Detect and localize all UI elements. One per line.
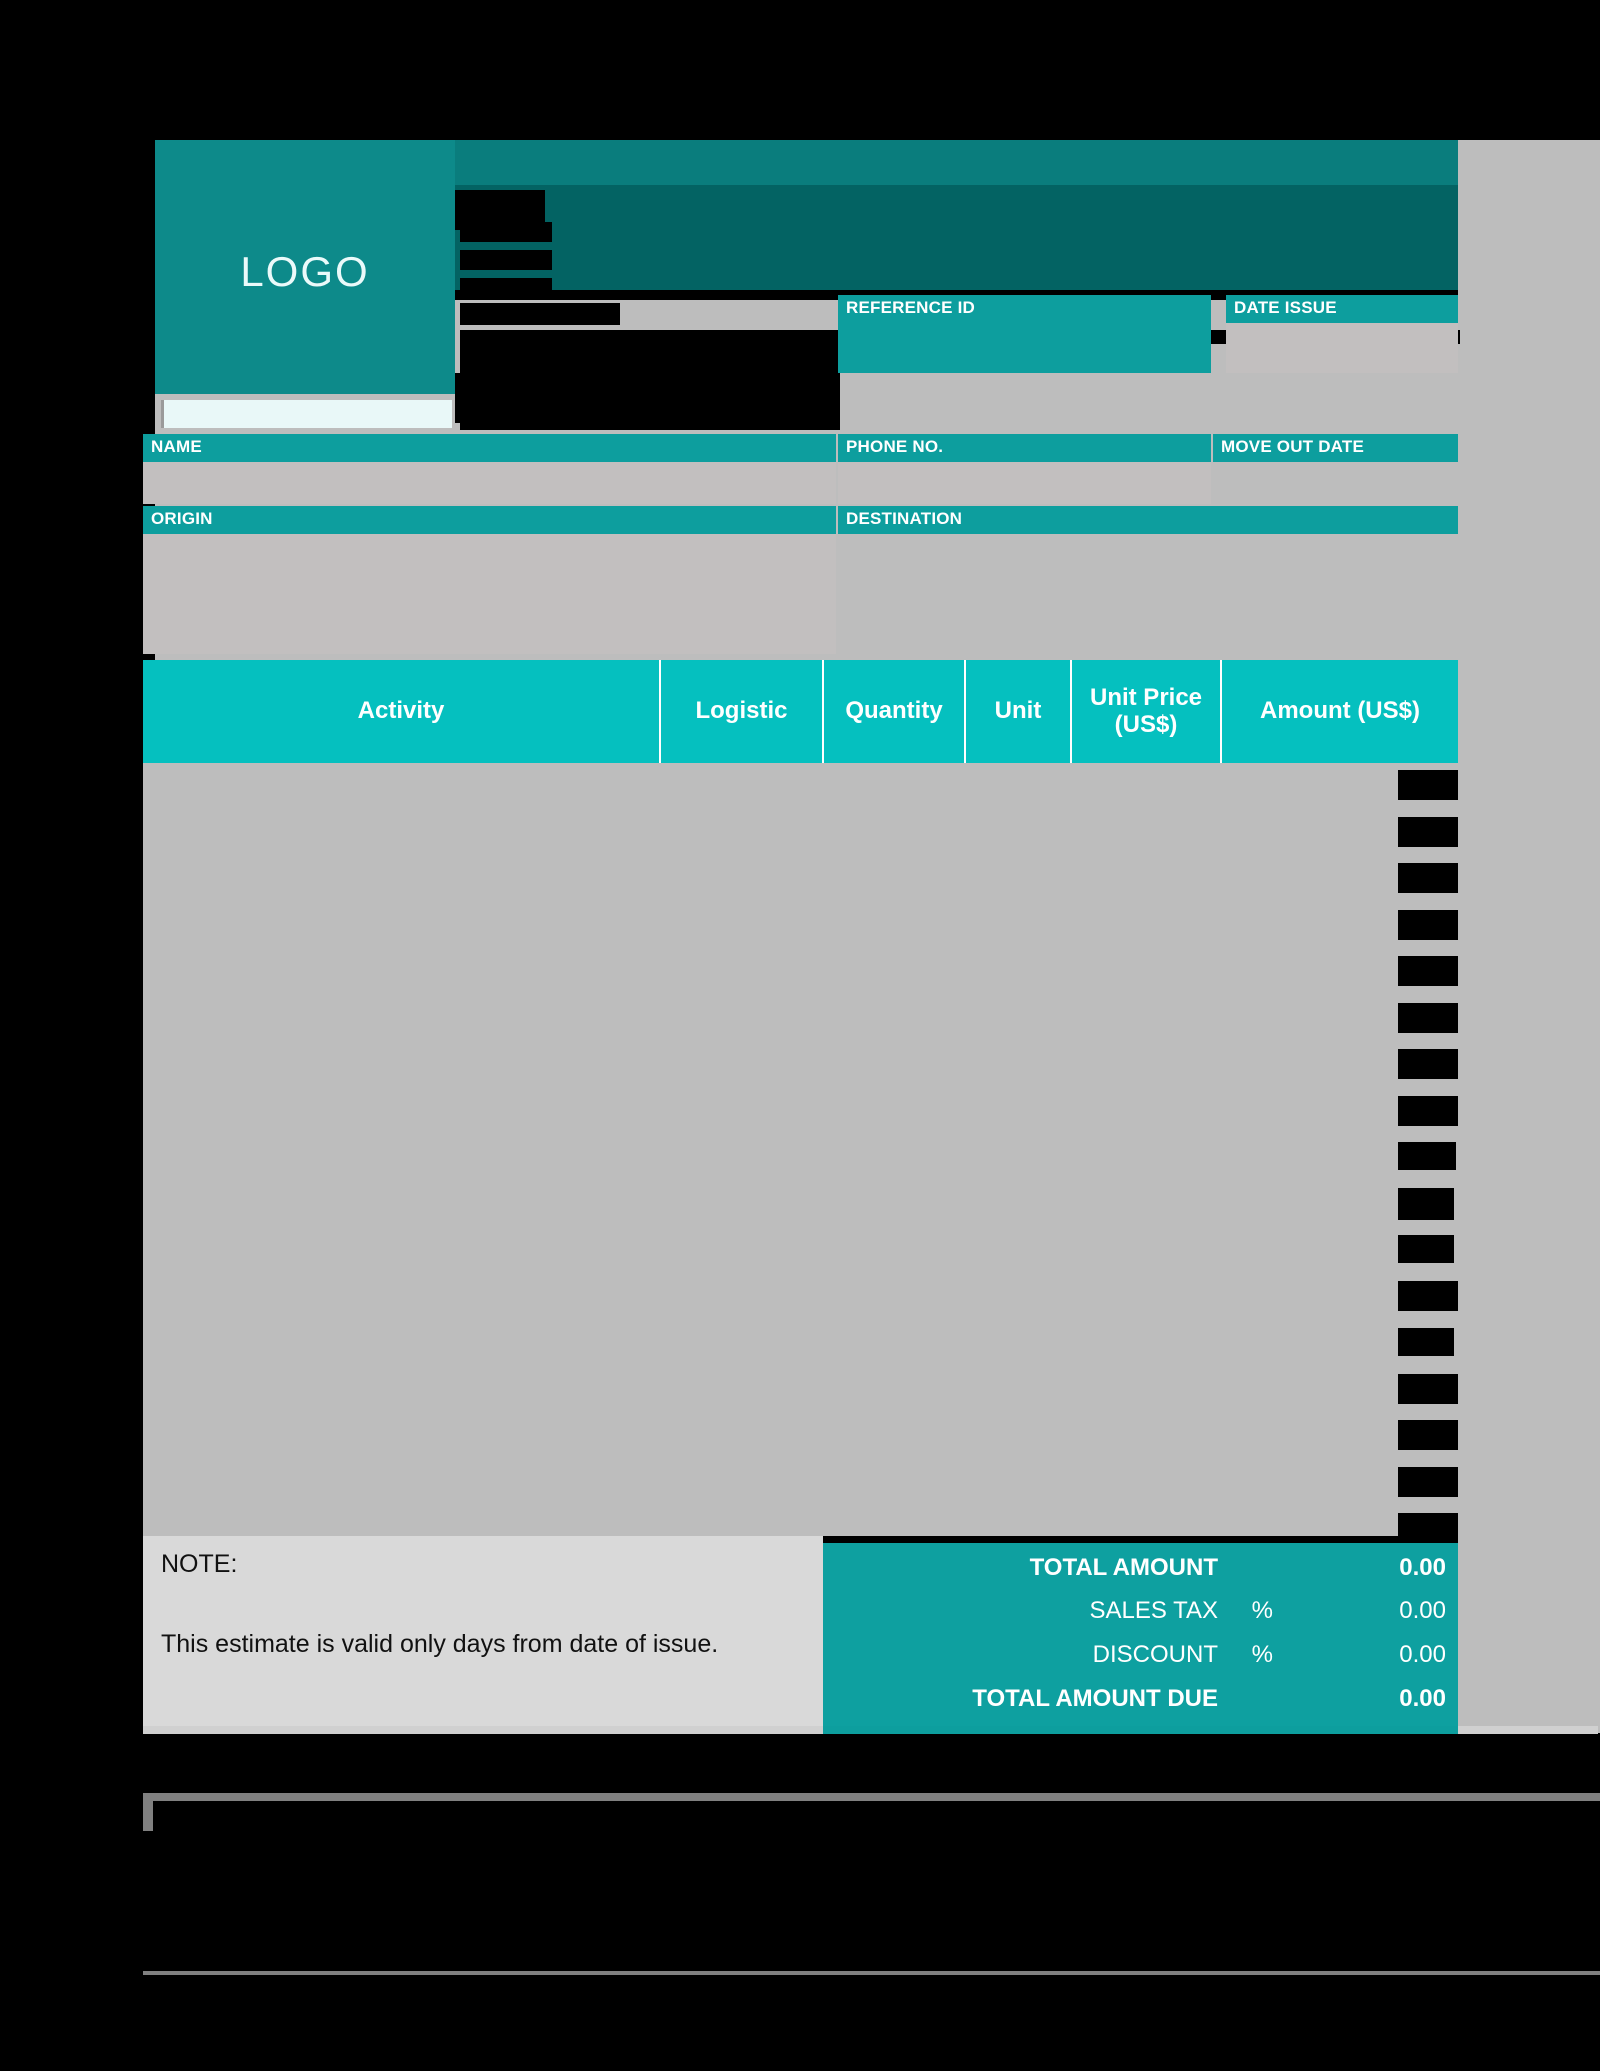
table-row xyxy=(1398,863,1458,893)
footer-grey-bar xyxy=(143,1726,823,1734)
table-header-unit-price: Unit Price (US$) xyxy=(1072,660,1222,763)
totals-value: 0.00 xyxy=(1399,1641,1446,1668)
field-value-destination[interactable] xyxy=(838,534,1458,654)
footer-grey-bar-right xyxy=(1458,1726,1598,1734)
field-value-move-out-date[interactable] xyxy=(1213,462,1458,504)
table-header-amount: Amount (US$) xyxy=(1222,660,1458,763)
totals-label: TOTAL AMOUNT DUE xyxy=(972,1685,1218,1712)
totals-value: 0.00 xyxy=(1399,1597,1446,1624)
totals-row-discount: DISCOUNT % 0.00 xyxy=(823,1637,1458,1681)
totals-box: TOTAL AMOUNT 0.00 SALES TAX % 0.00 DISCO… xyxy=(823,1543,1458,1726)
totals-label: TOTAL AMOUNT xyxy=(1029,1554,1218,1581)
field-label-phone-no: PHONE NO. xyxy=(838,434,1211,462)
logo-placeholder-text: LOGO xyxy=(240,248,370,295)
footer-rule-tick xyxy=(143,1801,153,1831)
header-band-dark xyxy=(455,185,1458,290)
field-label-move-out-date: MOVE OUT DATE xyxy=(1213,434,1458,462)
table-header-activity: Activity xyxy=(143,660,661,763)
totals-value: 0.00 xyxy=(1399,1554,1446,1581)
note-text: This estimate is valid only days from da… xyxy=(161,1630,719,1658)
table-row xyxy=(1398,1328,1454,1356)
redaction-company-line-2 xyxy=(460,250,552,270)
totals-row-total-amount: TOTAL AMOUNT 0.00 xyxy=(823,1548,1458,1592)
field-value-reference-id[interactable] xyxy=(838,323,1211,373)
note-title: NOTE: xyxy=(161,1550,238,1578)
table-row xyxy=(1398,956,1458,986)
footer-teal-bar xyxy=(823,1726,1458,1734)
table-row xyxy=(1398,910,1458,940)
footer-rule-bottom xyxy=(143,1971,1600,1975)
field-label-date-issue: DATE ISSUE xyxy=(1226,295,1458,323)
page-margin-left xyxy=(0,140,155,2071)
table-row xyxy=(1398,1374,1458,1404)
field-label-destination: DESTINATION xyxy=(838,506,1458,534)
totals-percent[interactable]: % xyxy=(1252,1641,1273,1669)
table-row xyxy=(1398,1420,1458,1450)
table-header-unit: Unit xyxy=(966,660,1072,763)
field-value-name[interactable] xyxy=(143,462,836,504)
table-row xyxy=(1398,1096,1458,1126)
table-row xyxy=(1398,1513,1458,1541)
field-value-date-issue[interactable] xyxy=(1226,323,1458,373)
redaction-company-line-1 xyxy=(460,222,552,242)
totals-value: 0.00 xyxy=(1399,1685,1446,1712)
totals-row-sales-tax: SALES TAX % 0.00 xyxy=(823,1593,1458,1637)
totals-label: DISCOUNT xyxy=(1092,1641,1218,1668)
redaction-header-bottom xyxy=(455,373,838,423)
table-row xyxy=(1398,770,1458,800)
table-row xyxy=(1398,1049,1458,1079)
field-label-origin: ORIGIN xyxy=(143,506,836,534)
logo-underline-bar xyxy=(161,400,452,428)
document-page: LOGO REFERENCE ID DATE ISSUE NAME PHONE … xyxy=(0,0,1600,2071)
field-label-name: NAME xyxy=(143,434,836,462)
table-header-logistic: Logistic xyxy=(661,660,824,763)
table-row xyxy=(1398,1281,1458,1311)
page-margin-top xyxy=(0,0,1600,140)
logo-block: LOGO xyxy=(155,140,455,394)
table-row xyxy=(1398,817,1458,847)
redaction-company-line-3 xyxy=(460,278,552,298)
table-row xyxy=(1398,1235,1454,1263)
totals-percent[interactable]: % xyxy=(1252,1597,1273,1625)
table-row xyxy=(1398,1467,1458,1497)
footer-rule-top xyxy=(143,1793,1600,1801)
table-row xyxy=(1398,1188,1454,1220)
field-label-reference-id: REFERENCE ID xyxy=(838,295,1211,323)
table-header-quantity: Quantity xyxy=(824,660,966,763)
field-value-origin[interactable] xyxy=(143,534,836,654)
field-value-phone-no[interactable] xyxy=(838,462,1211,504)
table-row xyxy=(1398,1142,1456,1170)
totals-label: SALES TAX xyxy=(1089,1597,1218,1624)
paper-background-right-margin xyxy=(1458,140,1600,1733)
table-body-area[interactable] xyxy=(143,763,1458,1536)
table-row xyxy=(1398,1003,1458,1033)
note-box: NOTE: This estimate is valid only days f… xyxy=(143,1536,823,1726)
redaction-company-line-4 xyxy=(460,303,620,325)
totals-row-total-amount-due: TOTAL AMOUNT DUE 0.00 xyxy=(823,1680,1458,1724)
